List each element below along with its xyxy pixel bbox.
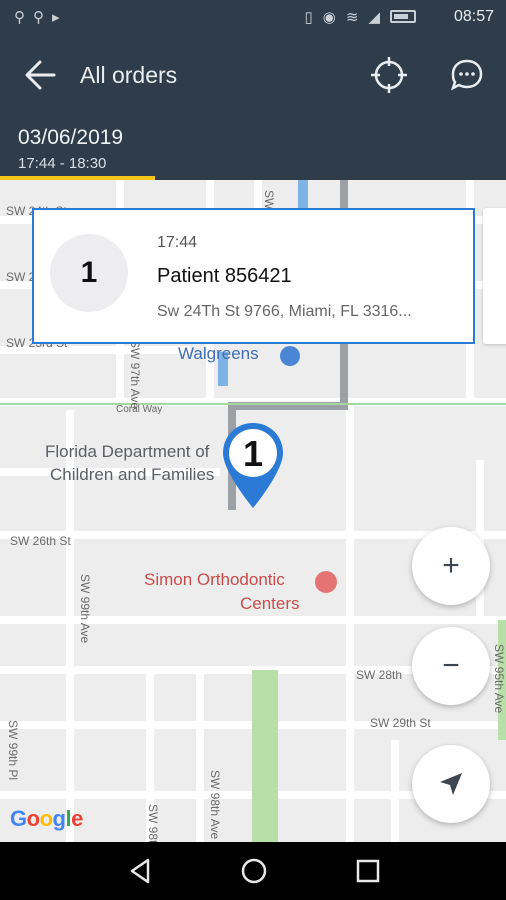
status-time: 08:57 <box>453 8 494 25</box>
tab-time-range: 17:44 - 18:30 <box>18 155 107 172</box>
date-tab-strip: 03/06/2019 17:44 - 18:30 <box>0 116 506 180</box>
order-map-marker[interactable]: 1 <box>220 420 286 512</box>
app-bar: All orders <box>0 34 506 116</box>
crosshair-icon <box>371 57 407 93</box>
map-label-fl-dept-2[interactable]: Children and Families <box>50 465 214 485</box>
map-label-sw-26th: SW 26th St <box>10 534 71 548</box>
signal-icon: ◢ <box>368 9 380 26</box>
play-store-icon: ▸ <box>52 9 60 26</box>
next-order-card[interactable] <box>483 208 506 344</box>
triangle-back-icon <box>130 858 150 884</box>
marker-number: 1 <box>243 433 263 474</box>
status-right-icons: ▯ ◉ ≋ ◢ <box>305 8 416 26</box>
order-card[interactable]: 1 17:44 Patient 856421 Sw 24Th St 9766, … <box>32 208 475 344</box>
zoom-in-button[interactable]: + <box>412 527 490 605</box>
usb-icon: ⚲ <box>14 9 25 26</box>
eye-icon: ◉ <box>322 9 336 26</box>
status-left-icons: ⚲ ⚲ ▸ <box>14 8 60 26</box>
map-label-fl-dept-1[interactable]: Florida Department of <box>45 442 209 462</box>
map-label-sw-98th-ave: SW 98th Ave <box>208 770 222 840</box>
system-recents-button[interactable] <box>352 855 384 887</box>
circle-home-icon <box>241 858 267 884</box>
system-home-button[interactable] <box>238 855 270 887</box>
map-label-sw-29th: SW 29th St <box>370 716 431 730</box>
map-label-walgreens[interactable]: Walgreens <box>178 344 259 364</box>
tab-date: 03/06/2019 <box>18 126 124 149</box>
zoom-out-button[interactable]: − <box>412 627 490 705</box>
square-recents-icon <box>356 859 380 883</box>
arrow-left-icon <box>25 60 56 90</box>
search-icon: ⚲ <box>33 9 44 26</box>
map-label-sw-95th-ave: SW 95th Ave <box>492 644 506 714</box>
map-pin-icon: 1 <box>223 423 283 508</box>
chat-icon <box>450 59 483 91</box>
map-label-simon-2[interactable]: Centers <box>240 594 300 614</box>
system-nav-bar <box>0 842 506 900</box>
system-back-button[interactable] <box>124 855 156 887</box>
order-number-badge: 1 <box>50 234 128 312</box>
back-button[interactable] <box>18 52 64 98</box>
order-address: Sw 24Th St 9766, Miami, FL 3316... <box>157 303 412 320</box>
google-logo: Google <box>10 806 83 831</box>
map-label-sw-99th-pl: SW 99th Pl <box>6 720 20 781</box>
map-label-sw-97th-ave: SW 97th Ave <box>128 340 142 410</box>
vibrate-icon: ▯ <box>304 9 313 26</box>
order-patient-name: Patient 856421 <box>157 265 292 287</box>
map-label-simon-1[interactable]: Simon Orthodontic <box>144 570 285 590</box>
map-label-sw-98th-ct: SW 98th Ct <box>146 804 160 842</box>
battery-icon <box>390 10 416 23</box>
locate-button[interactable] <box>366 52 412 98</box>
status-bar: ⚲ ⚲ ▸ ▯ ◉ ≋ ◢ 08:57 <box>0 0 506 34</box>
map-label-sw-28th: SW 28th <box>356 668 403 682</box>
chat-button[interactable] <box>444 52 490 98</box>
navigate-button[interactable] <box>412 745 490 823</box>
wifi-icon: ≋ <box>345 9 359 26</box>
page-title: All orders <box>80 62 178 88</box>
navigation-arrow-icon <box>440 773 462 795</box>
map-label-sw-99th-ave: SW 99th Ave <box>78 574 92 644</box>
order-time: 17:44 <box>157 234 198 251</box>
